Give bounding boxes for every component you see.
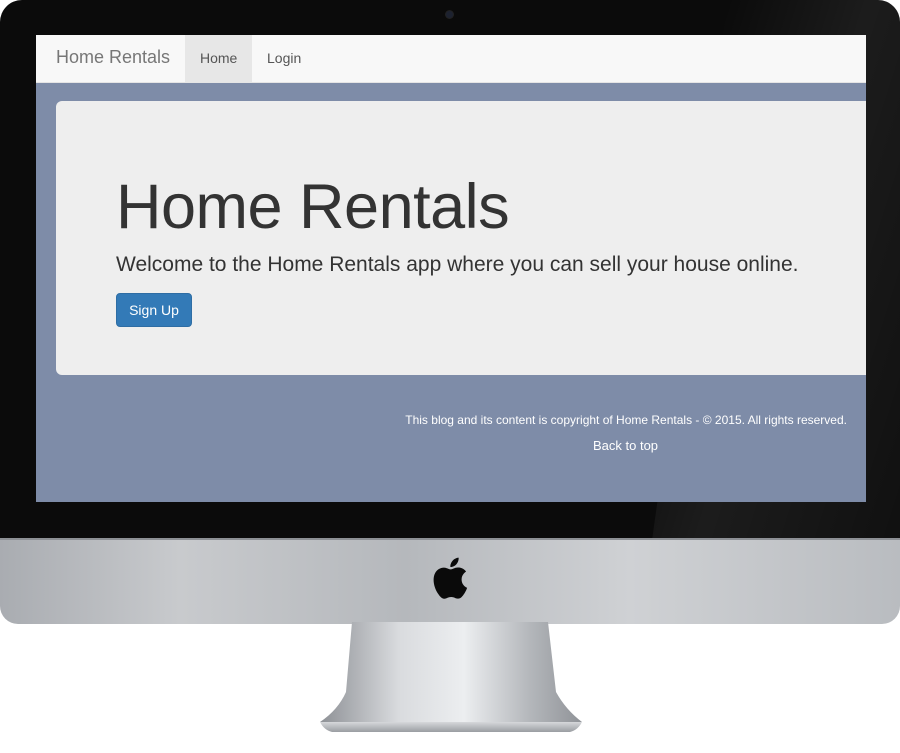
- nav-item-login[interactable]: Login: [252, 35, 316, 82]
- apple-icon: [433, 557, 468, 599]
- sign-up-button[interactable]: Sign Up: [116, 293, 192, 327]
- nav-item-home[interactable]: Home: [185, 35, 252, 82]
- monitor-stand: [320, 622, 582, 732]
- camera-icon: [446, 11, 453, 18]
- welcome-text: Welcome to the Home Rentals app where yo…: [116, 253, 799, 276]
- back-to-top-link[interactable]: Back to top: [593, 438, 658, 453]
- navbar: Home Rentals Home Login: [36, 35, 866, 83]
- browser-viewport: Home Rentals Home Login Home Rentals Wel…: [36, 35, 866, 502]
- jumbotron: Home Rentals Welcome to the Home Rentals…: [56, 101, 866, 375]
- footer-copyright: This blog and its content is copyright o…: [405, 413, 847, 427]
- navbar-brand[interactable]: Home Rentals: [56, 47, 170, 68]
- page-title: Home Rentals: [116, 172, 510, 242]
